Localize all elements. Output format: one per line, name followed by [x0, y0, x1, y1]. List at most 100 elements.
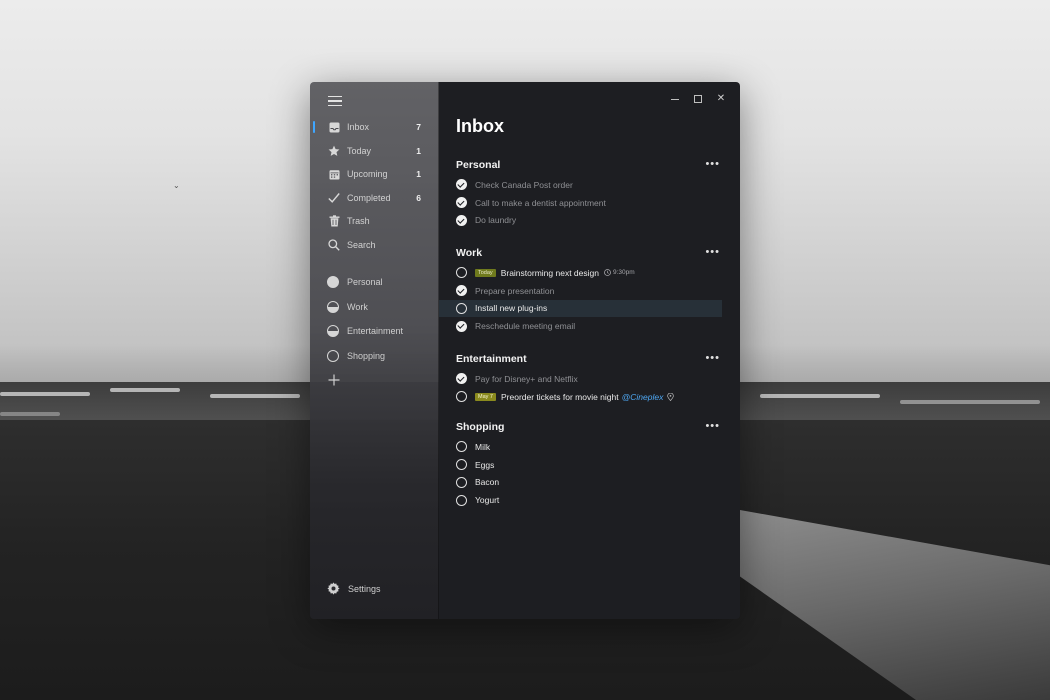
- sidebar-item-inbox[interactable]: Inbox 7: [310, 116, 439, 138]
- circle-full-icon: [327, 276, 339, 289]
- unchecked-checkbox-icon[interactable]: [456, 267, 467, 279]
- completed-count: 6: [416, 192, 421, 203]
- section-work: Work ••• Today Brainstorming next design…: [439, 245, 740, 335]
- window-controls: ✕: [670, 94, 726, 104]
- task-item[interactable]: May 7 Preorder tickets for movie night @…: [439, 388, 740, 406]
- bird-icon: ⌄: [173, 181, 180, 190]
- task-text: Bacon: [475, 477, 500, 488]
- task-item[interactable]: Check Canada Post order: [439, 176, 740, 194]
- sidebar-list-work[interactable]: Work: [310, 295, 439, 320]
- task-item[interactable]: Pay for Disney+ and Netflix: [439, 370, 740, 388]
- more-options-button[interactable]: •••: [705, 420, 720, 432]
- task-text: Brainstorming next design: [500, 267, 599, 278]
- upcoming-count: 1: [416, 169, 421, 179]
- task-text: Eggs: [475, 459, 495, 470]
- task-text: Call to make a dentist appointment: [475, 197, 606, 208]
- sidebar-list-shopping[interactable]: Shopping: [310, 344, 439, 369]
- task-item[interactable]: Do laundry: [439, 212, 740, 230]
- section-title: Shopping: [456, 421, 505, 433]
- sidebar-item-trash[interactable]: Trash: [310, 210, 439, 232]
- sidebar-item-completed[interactable]: Completed 6: [310, 187, 439, 209]
- task-item[interactable]: Bacon: [439, 474, 740, 492]
- settings-label: Settings: [348, 584, 381, 594]
- hamburger-menu-icon[interactable]: [328, 94, 342, 108]
- due-tag: Today: [475, 268, 496, 277]
- sidebar-nav: Inbox 7 Today 1 Upcoming 1 Completed 6 T…: [310, 116, 439, 257]
- task-text: Preorder tickets for movie night: [500, 391, 619, 402]
- section-shopping: Shopping ••• Milk Eggs Bacon Yogurt: [439, 419, 740, 509]
- list-label: Work: [347, 301, 368, 312]
- trash-icon: [327, 214, 341, 228]
- maximize-icon[interactable]: [694, 95, 702, 103]
- sidebar-item-label: Completed: [347, 192, 391, 203]
- task-text: Reschedule meeting email: [475, 321, 576, 332]
- page-title: Inbox: [456, 116, 504, 136]
- task-item[interactable]: Prepare presentation: [439, 282, 740, 300]
- location-pin-icon: [667, 392, 675, 401]
- sidebar-lists: Personal Work Entertainment Shopping: [310, 270, 439, 368]
- search-icon: [327, 238, 341, 252]
- app-window: Inbox 7 Today 1 Upcoming 1 Completed 6 T…: [310, 82, 740, 619]
- task-item[interactable]: Eggs: [439, 456, 740, 474]
- more-options-button[interactable]: •••: [705, 158, 720, 170]
- task-item[interactable]: Yogurt: [439, 491, 740, 509]
- date-tag: May 7: [475, 392, 496, 401]
- unchecked-checkbox-icon[interactable]: [456, 391, 467, 403]
- close-icon[interactable]: ✕: [716, 94, 726, 104]
- checked-checkbox-icon[interactable]: [456, 197, 467, 209]
- section-title: Entertainment: [456, 353, 527, 365]
- main-panel: ✕ Inbox Personal ••• Check Canada Post o…: [439, 82, 740, 619]
- task-time: 9:30pm: [604, 269, 635, 276]
- circle-empty-icon: [327, 349, 339, 362]
- sidebar-item-label: Upcoming: [347, 169, 388, 179]
- unchecked-checkbox-icon[interactable]: [456, 302, 467, 314]
- sidebar-item-label: Inbox: [347, 122, 370, 132]
- inbox-count: 7: [416, 122, 421, 132]
- checkmark-icon: [327, 191, 341, 205]
- list-label: Personal: [347, 277, 383, 288]
- unchecked-checkbox-icon[interactable]: [456, 476, 467, 488]
- task-item[interactable]: Today Brainstorming next design 9:30pm: [439, 264, 740, 282]
- task-text: Install new plug-ins: [475, 303, 548, 314]
- sidebar-item-upcoming[interactable]: Upcoming 1: [310, 163, 439, 185]
- sidebar: Inbox 7 Today 1 Upcoming 1 Completed 6 T…: [310, 82, 439, 619]
- clock-icon: [604, 269, 611, 277]
- task-text: Check Canada Post order: [475, 179, 573, 190]
- sidebar-item-today[interactable]: Today 1: [310, 140, 439, 162]
- more-options-button[interactable]: •••: [705, 352, 720, 364]
- checked-checkbox-icon[interactable]: [456, 285, 467, 297]
- mention-link[interactable]: @Cineplex: [622, 392, 664, 402]
- checked-checkbox-icon[interactable]: [456, 320, 467, 332]
- more-options-button[interactable]: •••: [705, 246, 720, 258]
- task-item[interactable]: Reschedule meeting email: [439, 317, 740, 335]
- sidebar-item-search[interactable]: Search: [310, 234, 439, 256]
- task-item[interactable]: Call to make a dentist appointment: [439, 194, 740, 212]
- task-item-highlighted[interactable]: Install new plug-ins: [439, 299, 722, 318]
- sidebar-item-label: Search: [347, 239, 376, 250]
- checked-checkbox-icon[interactable]: [456, 179, 467, 191]
- settings-button[interactable]: Settings: [327, 582, 381, 596]
- unchecked-checkbox-icon[interactable]: [456, 441, 467, 453]
- unchecked-checkbox-icon[interactable]: [456, 459, 467, 471]
- add-list-button[interactable]: [328, 374, 340, 386]
- minimize-icon[interactable]: [670, 94, 680, 104]
- section-personal: Personal ••• Check Canada Post order Cal…: [439, 157, 740, 229]
- section-entertainment: Entertainment ••• Pay for Disney+ and Ne…: [439, 351, 740, 406]
- sidebar-list-personal[interactable]: Personal: [310, 270, 439, 295]
- inbox-icon: [327, 120, 341, 134]
- task-text: Milk: [475, 441, 491, 452]
- circle-half-icon: [327, 300, 339, 313]
- sidebar-list-entertainment[interactable]: Entertainment: [310, 319, 439, 344]
- list-label: Entertainment: [347, 326, 404, 337]
- section-title: Work: [456, 247, 483, 259]
- sidebar-item-label: Trash: [347, 216, 370, 226]
- unchecked-checkbox-icon[interactable]: [456, 494, 467, 506]
- list-label: Shopping: [347, 350, 386, 361]
- plus-icon: [328, 374, 340, 386]
- checked-checkbox-icon[interactable]: [456, 214, 467, 226]
- checked-checkbox-icon[interactable]: [456, 373, 467, 385]
- time-label: 9:30pm: [612, 269, 635, 277]
- gear-icon: [327, 582, 341, 596]
- section-title: Personal: [456, 159, 501, 171]
- task-item[interactable]: Milk: [439, 438, 740, 456]
